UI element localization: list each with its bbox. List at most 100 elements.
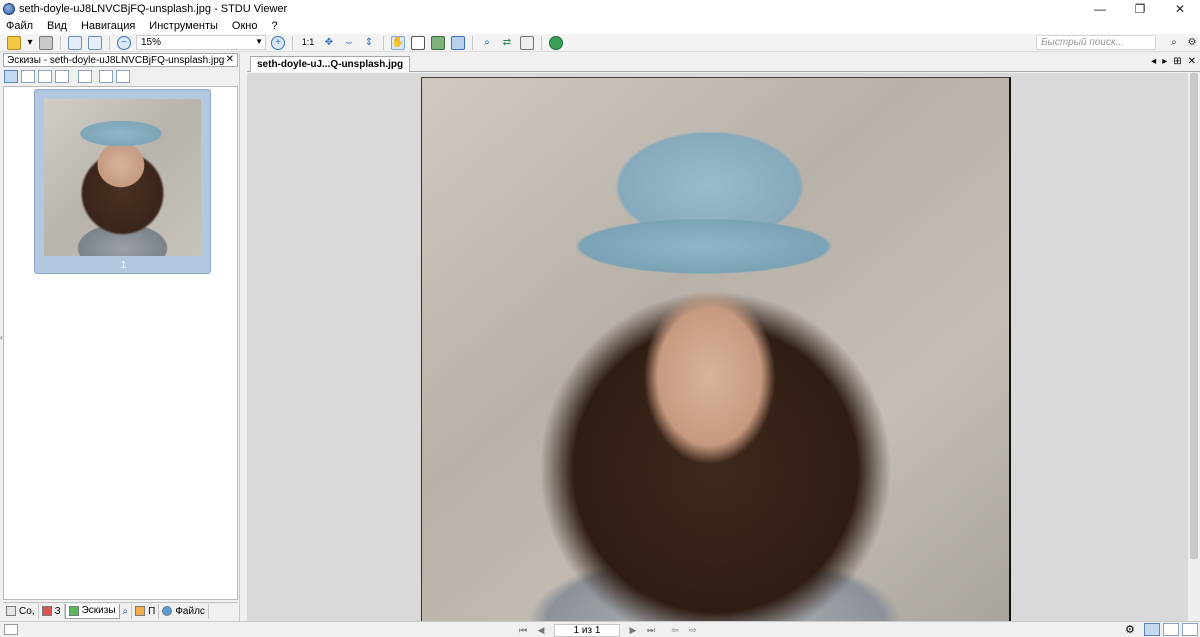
thumbnail-page-number: 1 [120,260,127,271]
grid-view-icon[interactable] [4,69,18,83]
search-options-icon[interactable]: ⚙ [1185,36,1199,50]
tab-label: Файлс [175,605,205,617]
menu-tools[interactable]: Инструменты [149,20,218,32]
vertical-scrollbar[interactable] [1188,73,1200,621]
tab-pages[interactable]: П [132,603,160,619]
next-thumb-icon[interactable] [116,69,130,83]
page-thumbnail[interactable]: 1 [34,89,211,274]
tab-label: П [148,605,156,617]
fit-page-icon[interactable]: ✥ [322,36,336,50]
document-image [421,77,1011,621]
tab-label: Со, [19,605,35,617]
previous-thumb-icon[interactable] [99,69,113,83]
close-tab-icon[interactable]: ✕ [1188,56,1196,67]
next-page-icon[interactable]: ▶ [626,624,640,636]
status-bar: ⏮ ◀ 1 из 1 ▶ ⏭ ⇦ ⇨ ⚙ [0,621,1200,637]
first-page-icon[interactable]: ⏮ [516,624,530,636]
scrollbar-thumb[interactable] [1190,73,1198,559]
single-page-icon[interactable] [38,69,52,83]
zoom-in-icon[interactable]: + [271,35,285,50]
splitter-arrow-icon[interactable]: ‹ [0,333,3,342]
fit-width-icon[interactable]: ⇔ [342,36,356,50]
select-image-icon[interactable] [431,35,445,50]
thumbnail-list: 1 [3,86,238,600]
close-panel-icon[interactable]: ✕ [226,54,234,65]
history-back-icon[interactable]: ⇦ [668,624,682,636]
hand-tool-icon[interactable]: ✋ [391,35,405,50]
swap-icon[interactable]: ⇄ [500,36,514,50]
files-icon [162,606,173,616]
minimize-button[interactable]: — [1080,0,1120,18]
large-grid-icon[interactable] [21,69,35,83]
window-controls: — ❐ ✕ [1080,0,1200,18]
window-title: seth-doyle-uJ8LNVCBjFQ-unsplash.jpg - ST… [19,3,288,15]
tab-files[interactable]: Файлс [159,603,209,619]
tab-scroll-right-icon[interactable]: ▸ [1162,56,1167,67]
toolbar-separator [383,35,384,50]
fit-height-icon[interactable]: ⇕ [362,36,376,50]
tab-label: З [54,605,61,617]
tab-label: Эскизы [81,605,116,616]
tab-search[interactable]: ⌕ [120,603,133,619]
snapshot-icon[interactable] [451,35,465,50]
find-icon[interactable]: ⌕ [480,36,494,50]
thumbnails-panel: Эскизы - seth-doyle-uJ8LNVCBjFQ-unsplash… [0,53,240,621]
document-viewport[interactable] [247,73,1188,621]
history-forward-icon[interactable]: ⇨ [686,624,700,636]
zoom-out-icon[interactable]: − [117,35,131,50]
last-page-icon[interactable]: ⏭ [644,624,658,636]
quick-search-input[interactable]: Быстрый поиск... [1036,35,1156,50]
toolbar-separator [472,35,473,50]
single-page-view-icon[interactable] [1144,623,1160,636]
prev-page-icon[interactable]: ◀ [534,624,548,636]
settings-icon[interactable]: ⚙ [1125,623,1141,636]
zoom-value: 15% [141,37,162,48]
print-icon[interactable] [39,35,53,50]
copy-pages-icon[interactable] [78,69,92,83]
page-number-field[interactable]: 1 из 1 [554,623,620,637]
tab-list-icon[interactable]: ⊞ [1173,56,1181,67]
search-binoculars-icon[interactable]: ⌕ [1167,36,1181,50]
select-text-icon[interactable] [411,35,425,50]
app-icon [3,3,15,15]
panel-tabs: Со, З Эскизы ⌕ П Файлс [3,602,238,619]
menu-file[interactable]: Файл [6,20,33,32]
thumbnails-icon [68,605,79,616]
panel-header: Эскизы - seth-doyle-uJ8LNVCBjFQ-unsplash… [3,53,238,67]
globe-icon[interactable] [549,35,563,50]
actual-size-button[interactable]: 1:1 [300,36,316,50]
page-icon[interactable] [55,69,69,83]
menu-window[interactable]: Окно [232,20,258,32]
tab-scroll-left-icon[interactable]: ◂ [1151,56,1156,67]
tab-contents[interactable]: Со, [3,603,39,619]
thumbnail-image [44,99,201,256]
pages-icon [135,606,146,616]
zoom-select[interactable]: 15% ▼ [136,35,266,50]
menu-bar: Файл Вид Навигация Инструменты Окно ? [0,18,1200,34]
menu-help[interactable]: ? [271,20,277,32]
main-toolbar: ▾ − 15% ▼ + 1:1 ✥ ⇔ ⇕ ✋ ⌕ ⇄ Быстрый поис… [0,34,1200,52]
status-page-icon [4,624,18,635]
dropdown-arrow-icon[interactable]: ▾ [27,36,33,50]
toolbar-separator [292,35,293,50]
restore-button[interactable]: ❐ [1120,0,1160,18]
menu-view[interactable]: Вид [47,20,67,32]
two-page-view-icon[interactable] [1163,623,1179,636]
document-tabbar: seth-doyle-uJ...Q-unsplash.jpg ◂ ▸ ⊞ ✕ [247,54,1200,72]
copy-icon[interactable] [520,35,534,50]
tab-bookmarks[interactable]: З [39,603,65,619]
toolbar-separator [60,35,61,50]
tab-controls: ◂ ▸ ⊞ ✕ [1145,56,1196,67]
bookmark-icon [41,606,52,616]
next-page-icon[interactable] [88,35,102,50]
open-folder-icon[interactable] [7,35,21,50]
close-button[interactable]: ✕ [1160,0,1200,18]
document-tab[interactable]: seth-doyle-uJ...Q-unsplash.jpg [250,56,411,72]
previous-page-icon[interactable] [68,35,82,50]
tab-thumbnails[interactable]: Эскизы [64,603,120,619]
toolbar-separator [109,35,110,50]
menu-navigation[interactable]: Навигация [81,20,135,32]
chevron-down-icon: ▼ [255,37,263,46]
continuous-view-icon[interactable] [1182,623,1198,636]
binoculars-icon: ⌕ [122,605,129,617]
